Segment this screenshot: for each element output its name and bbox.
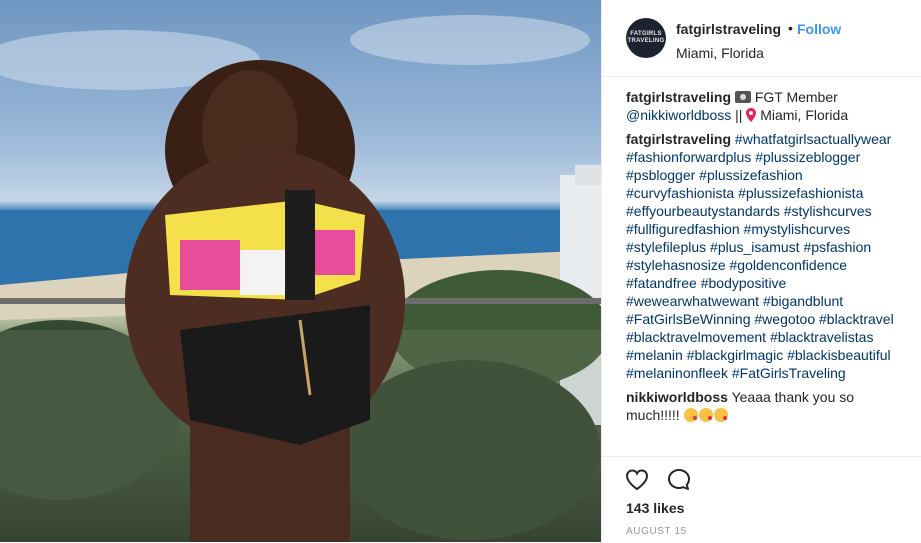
hashtag-link[interactable]: #effyourbeautystandards <box>626 203 780 219</box>
post-photo-image <box>0 15 601 542</box>
hashtag-link[interactable]: #wegotoo <box>754 311 815 327</box>
hashtag-link[interactable]: #stylishcurves <box>784 203 872 219</box>
hashtag-link[interactable]: #wewearwhatwewant <box>626 293 759 309</box>
caption-comment: fatgirlstraveling FGT Member @nikkiworld… <box>626 88 902 124</box>
hashtag-link[interactable]: #whatfatgirlsactuallywear <box>735 131 891 147</box>
kiss-emoji-icon <box>713 408 728 422</box>
hashtag-link[interactable]: #blackisbeautiful <box>787 347 891 363</box>
hashtag-link[interactable]: #blackgirlmagic <box>687 347 783 363</box>
post-username[interactable]: fatgirlstraveling <box>676 21 781 37</box>
hashtag-list: #whatfatgirlsactuallywear #fashionforwar… <box>626 131 894 381</box>
post-location[interactable]: Miami, Florida <box>676 45 764 61</box>
hashtag-link[interactable]: #plussizefashionista <box>738 185 863 201</box>
hashtag-link[interactable]: #stylehasnosize <box>626 257 726 273</box>
avatar[interactable]: FATGIRLS TRAVELING <box>626 18 666 58</box>
caption-text: FGT Member <box>754 89 838 105</box>
comment-username[interactable]: fatgirlstraveling <box>626 131 731 147</box>
pin-icon <box>746 108 757 122</box>
hashtag-link[interactable]: #fashionforwardplus <box>626 149 751 165</box>
hashtag-comment: fatgirlstraveling #whatfatgirlsactuallyw… <box>626 130 902 382</box>
hashtag-link[interactable]: #bodypositive <box>701 275 787 291</box>
hashtag-link[interactable]: #curvyfashionista <box>626 185 734 201</box>
hashtag-link[interactable]: #blacktravelistas <box>770 329 874 345</box>
caption-place: Miami, Florida <box>760 107 849 123</box>
post-date[interactable]: August 15 <box>626 526 687 537</box>
separator-dot: • <box>788 20 793 36</box>
comment-icon[interactable] <box>666 467 692 493</box>
hashtag-link[interactable]: #goldenconfidence <box>730 257 848 273</box>
comment-username[interactable]: nikkiworldboss <box>626 389 728 405</box>
hashtag-link[interactable]: #melanin <box>626 347 683 363</box>
hashtag-link[interactable]: #bigandblunt <box>763 293 843 309</box>
kiss-emoji-icon <box>698 408 713 422</box>
heart-icon[interactable] <box>624 467 650 493</box>
hashtag-link[interactable]: #fullfiguredfashion <box>626 221 740 237</box>
post-actions: 143 likes August 15 <box>602 456 921 543</box>
camera-emoji-icon <box>734 91 751 103</box>
hashtag-link[interactable]: #blacktravelmovement <box>626 329 766 345</box>
caption-separator: || <box>735 107 743 123</box>
kiss-emoji-icon <box>683 408 698 422</box>
hashtag-link[interactable]: #FatGirlsTraveling <box>732 365 846 381</box>
likes-count[interactable]: 143 likes <box>626 500 684 516</box>
hashtag-link[interactable]: #plussizeblogger <box>755 149 860 165</box>
hashtag-link[interactable]: #stylefileplus <box>626 239 706 255</box>
hashtag-link[interactable]: #plus_isamust <box>710 239 800 255</box>
post-side-panel: FATGIRLS TRAVELING fatgirlstraveling • F… <box>601 0 921 542</box>
hashtag-link[interactable]: #psfashion <box>803 239 871 255</box>
comment-username[interactable]: fatgirlstraveling <box>626 89 731 105</box>
hashtag-link[interactable]: #mystylishcurves <box>744 221 851 237</box>
hashtag-link[interactable]: #melaninonfleek <box>626 365 728 381</box>
post-photo[interactable] <box>0 0 601 542</box>
reply-comment: nikkiworldboss Yeaaa thank you so much!!… <box>626 388 902 424</box>
follow-button[interactable]: Follow <box>797 21 841 37</box>
comments-list[interactable]: fatgirlstraveling FGT Member @nikkiworld… <box>626 88 902 456</box>
hashtag-link[interactable]: #blacktravel <box>819 311 894 327</box>
hashtag-link[interactable]: #fatandfree <box>626 275 697 291</box>
post-header: FATGIRLS TRAVELING fatgirlstraveling • F… <box>602 0 921 77</box>
hashtag-link[interactable]: #plussizefashion <box>699 167 803 183</box>
hashtag-link[interactable]: #FatGirlsBeWinning <box>626 311 751 327</box>
mention-link[interactable]: @nikkiworldboss <box>626 107 731 123</box>
hashtag-link[interactable]: #psblogger <box>626 167 695 183</box>
